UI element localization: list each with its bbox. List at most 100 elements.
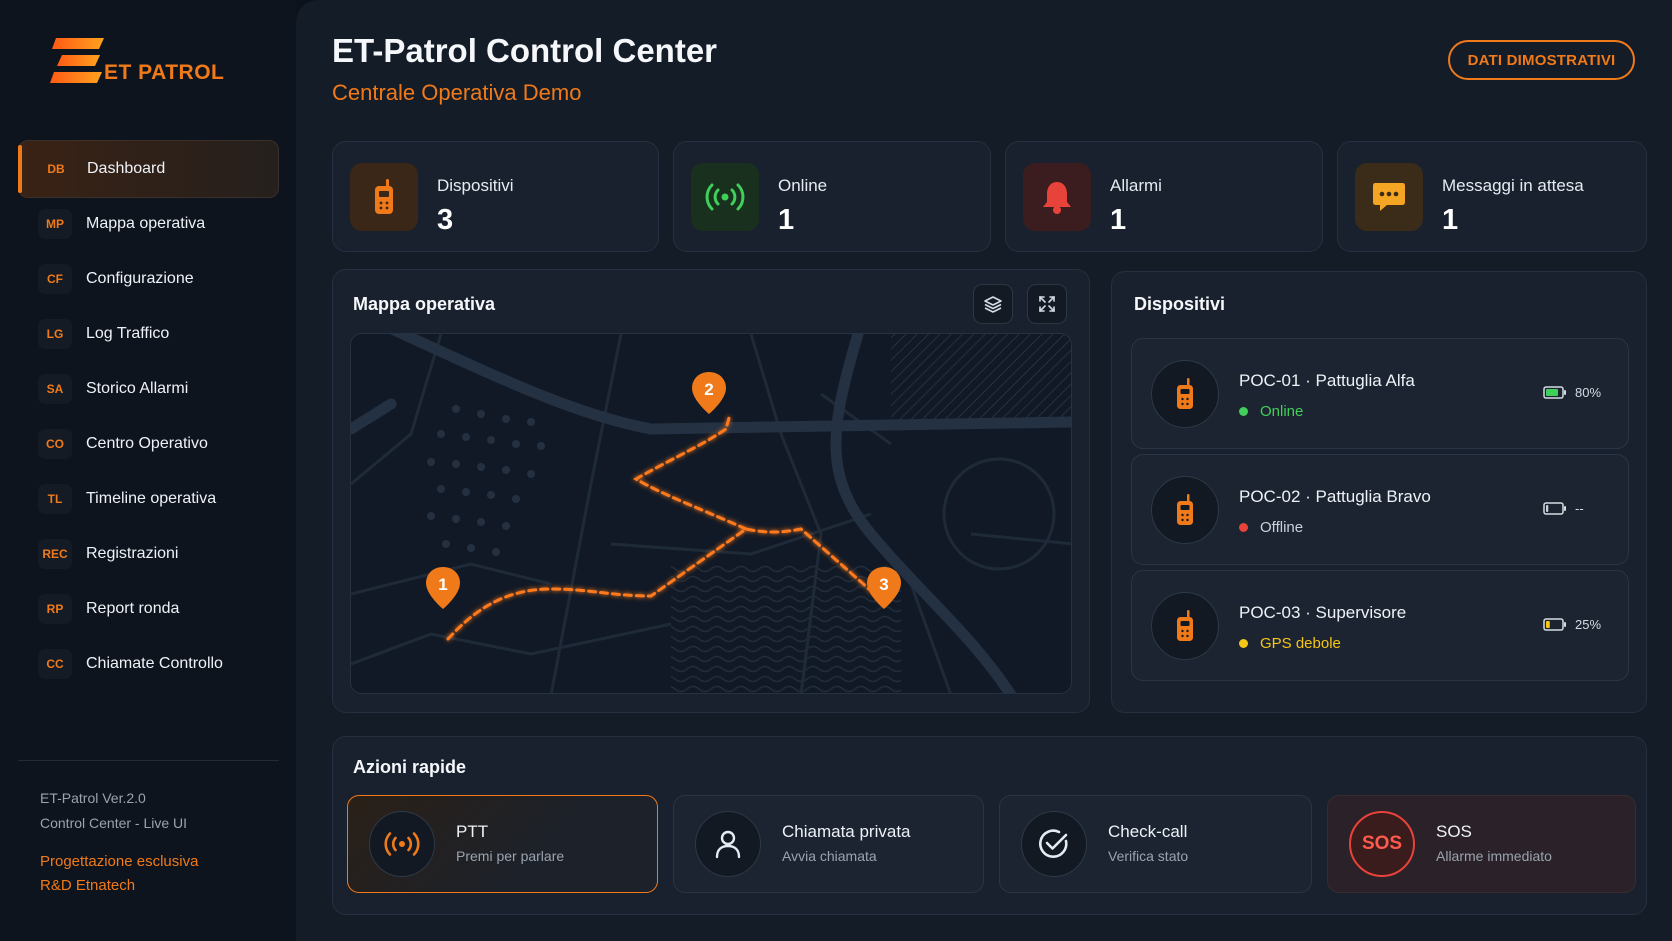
device-status: Offline (1239, 519, 1303, 536)
sidebar-item-label: Centro Operativo (86, 435, 208, 452)
battery-percent: 80% (1575, 385, 1602, 400)
sidebar-item-report-ronda[interactable]: RP Report ronda (18, 580, 279, 638)
quick-actions-card: Azioni rapide PTT Premi per parlare Chia… (332, 736, 1647, 915)
sidebar-item-dashboard[interactable]: DB Dashboard (18, 140, 279, 198)
battery-icon (1543, 386, 1566, 399)
demo-data-button[interactable]: DATI DIMOSTRATIVI (1448, 40, 1635, 80)
sidebar-item-label: Registrazioni (86, 545, 179, 562)
stat-value: 1 (1110, 204, 1127, 236)
walkie-talkie-icon (350, 163, 418, 231)
sidebar-item-configurazione[interactable]: CF Configurazione (18, 250, 279, 308)
status-text: GPS debole (1260, 635, 1341, 652)
map-canvas[interactable]: 1 2 3 (350, 333, 1072, 694)
stat-value: 3 (437, 204, 454, 236)
map-card: Mappa operativa 1 2 3 (332, 269, 1090, 713)
credit-line: Progettazione esclusiva (40, 853, 199, 870)
broadcast-signal-icon (691, 163, 759, 231)
stat-card-dispositivi: Dispositivi 3 (332, 141, 659, 252)
device-row-poc-02[interactable]: POC-02 · Pattuglia Bravo Offline -- (1131, 454, 1629, 565)
stat-label: Online (778, 176, 828, 195)
sidebar-item-log-traffico[interactable]: LG Log Traffico (18, 305, 279, 363)
sidebar-item-label: Mappa operativa (86, 215, 206, 232)
page-subtitle: Centrale Operativa Demo (332, 80, 582, 105)
sidebar-nav: DB Dashboard MP Mappa operativa CF Confi… (18, 140, 279, 690)
broadcast-signal-icon (369, 811, 435, 877)
device-label: Pattuglia Alfa (1315, 371, 1415, 390)
layers-icon[interactable] (973, 284, 1013, 324)
device-id: POC-03 (1239, 603, 1301, 622)
status-text: Online (1260, 403, 1304, 420)
quick-actions-title: Azioni rapide (353, 757, 467, 777)
sos-button[interactable]: SOS SOS Allarme immediato (1327, 795, 1636, 893)
credit-info: Progettazione esclusiva R&D Etnatech (40, 850, 198, 898)
nav-code-badge: CF (38, 264, 72, 294)
check-circle-icon (1021, 811, 1087, 877)
sidebar-item-storico-allarmi[interactable]: SA Storico Allarmi (18, 360, 279, 418)
sidebar-divider (18, 760, 279, 761)
sos-icon-text: SOS (1361, 833, 1403, 854)
sidebar-item-label: Configurazione (86, 270, 194, 287)
stat-value: 1 (778, 204, 795, 236)
sidebar-item-centro-operativo[interactable]: CO Centro Operativo (18, 415, 279, 473)
map-title: Mappa operativa (353, 294, 496, 314)
credit-line: R&D Etnatech (40, 877, 136, 894)
sidebar-item-mappa-operativa[interactable]: MP Mappa operativa (18, 195, 279, 253)
private-call-button[interactable]: Chiamata privata Avvia chiamata (673, 795, 984, 893)
device-status: GPS debole (1239, 635, 1341, 652)
walkie-talkie-icon (1151, 476, 1219, 544)
stat-label: Messaggi in attesa (1442, 176, 1584, 195)
action-subtitle: Allarme immediato (1436, 848, 1552, 864)
action-subtitle: Verifica stato (1108, 848, 1189, 864)
sidebar-item-label: Log Traffico (86, 325, 170, 342)
stat-card-messaggi: Messaggi in attesa 1 (1337, 141, 1647, 252)
map-svg: 1 2 3 (351, 334, 1071, 693)
sidebar-item-label: Report ronda (86, 600, 180, 617)
stat-card-online: Online 1 (673, 141, 991, 252)
marker-label: 1 (438, 575, 447, 594)
brand-logo: ET PATROL (50, 36, 224, 86)
status-dot (1239, 523, 1248, 532)
version-text: ET-Patrol Ver.2.0 (40, 790, 146, 806)
bell-icon (1023, 163, 1091, 231)
device-id: POC-02 (1239, 487, 1301, 506)
logo-text: ET PATROL (104, 61, 225, 84)
sidebar-item-registrazioni[interactable]: REC Registrazioni (18, 525, 279, 583)
nav-code-badge: SA (38, 374, 72, 404)
app-root: ET PATROL DB Dashboard MP Mappa operativ… (0, 0, 1672, 941)
user-icon (695, 811, 761, 877)
version-info: ET-Patrol Ver.2.0 Control Center - Live … (40, 786, 187, 836)
marker-label: 3 (879, 575, 888, 594)
et-patrol-logo-icon (50, 38, 104, 83)
device-label: Pattuglia Bravo (1315, 487, 1431, 506)
nav-code-badge: RP (38, 594, 72, 624)
nav-code-badge: REC (38, 539, 72, 569)
battery-icon (1543, 618, 1566, 631)
device-label: Supervisore (1315, 603, 1407, 622)
action-title: Check-call (1108, 822, 1188, 841)
device-id: POC-01 (1239, 371, 1301, 390)
nav-code-badge: CO (38, 429, 72, 459)
device-name: POC-01 · Pattuglia Alfa (1239, 371, 1415, 390)
device-name: POC-03 · Supervisore (1239, 603, 1407, 622)
fullscreen-icon[interactable] (1027, 284, 1067, 324)
ptt-button[interactable]: PTT Premi per parlare (347, 795, 658, 893)
walkie-talkie-icon (1151, 592, 1219, 660)
marker-label: 2 (704, 380, 713, 399)
action-subtitle: Premi per parlare (456, 848, 565, 864)
sidebar-item-timeline-operativa[interactable]: TL Timeline operativa (18, 470, 279, 528)
nav-code-badge: TL (38, 484, 72, 514)
nav-code-badge: LG (38, 319, 72, 349)
devices-card: Dispositivi POC-01 · Pattuglia Alfa Onli… (1111, 271, 1647, 713)
device-status: Online (1239, 403, 1303, 420)
device-row-poc-01[interactable]: POC-01 · Pattuglia Alfa Online 80% (1131, 338, 1629, 449)
check-call-button[interactable]: Check-call Verifica stato (999, 795, 1312, 893)
nav-code-badge: DB (47, 162, 65, 176)
device-row-poc-03[interactable]: POC-03 · Supervisore GPS debole 25% (1131, 570, 1629, 681)
battery-indicator: 25% (1543, 617, 1601, 632)
sidebar: ET PATROL DB Dashboard MP Mappa operativ… (0, 0, 296, 941)
nav-code-badge: CC (38, 649, 72, 679)
battery-percent: -- (1575, 501, 1584, 516)
stat-label: Allarmi (1110, 176, 1162, 195)
sidebar-item-chiamate-controllo[interactable]: CC Chiamate Controllo (18, 635, 279, 693)
main-panel: ET-Patrol Control Center Centrale Operat… (296, 0, 1672, 941)
